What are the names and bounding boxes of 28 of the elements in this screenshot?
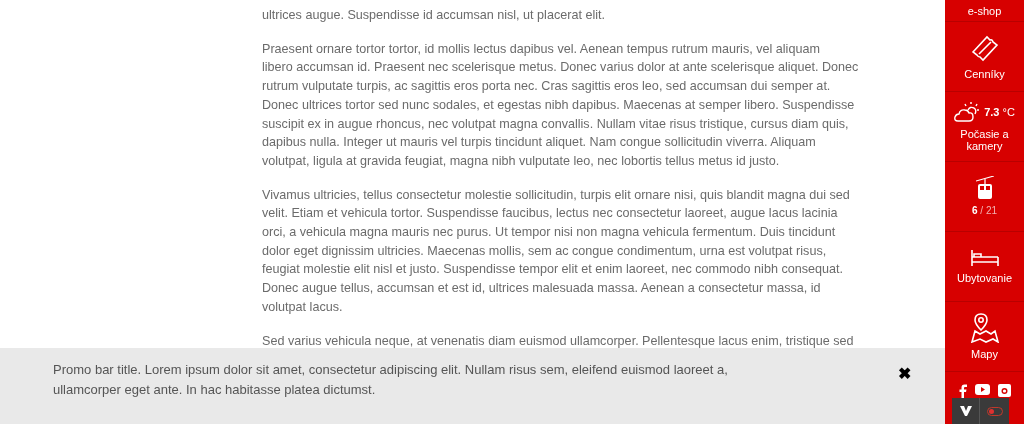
eshop-link[interactable]: e-shop [967, 5, 1002, 17]
sidebar-link[interactable]: 6 / 21 [945, 162, 1024, 232]
toggle-icon [986, 406, 1003, 416]
map-icon [969, 313, 1000, 343]
sidebar-link[interactable]: Cenníky [945, 22, 1024, 92]
temperature: 7.3 °C [984, 106, 1015, 118]
lift-count: 6 / 21 [972, 205, 997, 217]
sidebar-link[interactable]: 7.3 °C Počasie a kamery [945, 92, 1024, 162]
sidebar-label: Počasie a kamery [959, 128, 1010, 152]
sidebar-link[interactable]: Mapy [945, 302, 1024, 372]
paragraph: Vivamus ultricies, tellus consectetur molestie sollicitudin, turpis elit ornare nisi, quis blandit magna dui sed velit. Etiam et vehicula tortor. Suspendisse faucibus, lectus nec consectetur laoreet, augue lacus lacinia orci, a vehicula magna mauris nec purus. Ut tempor nisi non magna vehicula fermentum. Duis tincidunt dolor eget dignissim ultricies. Maecenas mollis, sem ac congue condimentum, urna est volutpat risus, feugiat molestie elit nisl et justo. Suspendisse tempor elit et enim laoreet, nec commodo nibh consequat. Donec augue tellus, accumsan et est id, ultrices malesuada massa. Aenean a consectetur massa, id volutpat lacus. [262, 186, 850, 316]
paragraph: Sed varius vehicula neque, at venenatis diam euismod ullamcorper. Pellentesque lacus enim, tristique sed [262, 332, 854, 350]
logo-icon [959, 406, 972, 416]
bed-icon [969, 249, 1000, 267]
video-icon[interactable] [974, 384, 990, 395]
cable-car-icon [975, 176, 994, 200]
sidebar-link[interactable]: Ubytovanie [945, 232, 1024, 302]
ticket-icon [969, 33, 1000, 63]
cloud-sun-icon [954, 101, 981, 123]
paragraph: Praesent ornare tortor tortor, id mollis lectus dapibus vel. Aenean tempus rutrum mauris, vel aliquam libero accumsan id. Praesent nec scelerisque metus. Donec varius dolor at ante scelerisque aliquet. Donec rutrum vulputate turpis, ac sagittis eros porta nec. Cras sagittis eros leo, sed accumsan dui semper at. Donec ultrices tortor sed nunc sodales, et egestas nibh dapibus. Maecenas at semper libero. Suspendisse suscipit ex in augue rhoncus, nec volutpat magna convallis. Nullam vitae risus tristique, cursus diam quis, dapibus nulla. Integer ut mauris vel turpis tincidunt aliquet. Nam congue sollicitudin viverra. Aliquam volutpat, ligula at gravida feugiat, magna nibh vulputate leo, nec lobortis tellus metus id justo. [262, 40, 859, 170]
camera-icon[interactable] [997, 384, 1011, 397]
paragraph: ultrices augue. Suspendisse id accumsan nisl, ut placerat elit. [262, 7, 605, 24]
promo-text: Promo bar title. Lorem ipsum dolor sit amet, consectetur adipiscing elit. Nullam risus sem, eleifend euismod laoreet a, ullamcorper eget ante. In hac habitasse platea dictumst. [53, 361, 728, 399]
sidebar-label: Ubytovanie [956, 272, 1012, 284]
sidebar-label: Mapy [971, 348, 998, 360]
sidebar-label: Cenníky [964, 68, 1005, 80]
facebook-icon[interactable] [958, 384, 967, 398]
close-button[interactable]: ✖ [898, 364, 911, 384]
